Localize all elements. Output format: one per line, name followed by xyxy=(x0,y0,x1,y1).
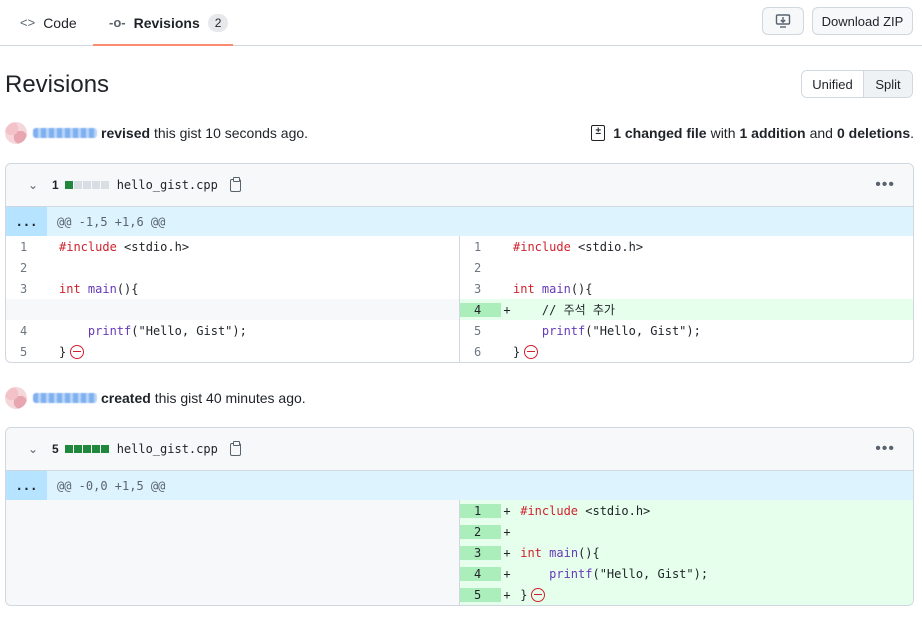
file-name[interactable]: hello_gist.cpp xyxy=(117,178,218,192)
chevron-down-icon[interactable]: ⌄ xyxy=(28,442,44,456)
git-commit-icon: -o- xyxy=(109,15,126,30)
change-summary: ± 1 changed file with 1 addition and 0 d… xyxy=(591,125,914,141)
revision-action: revised xyxy=(101,125,151,141)
diff-row-added: 2 + xyxy=(460,521,913,542)
desktop-download-icon xyxy=(775,14,791,28)
split-diff: 1 + #include <stdio.h> 2 + 3 + int main(){ … xyxy=(6,500,913,605)
page-title: Revisions xyxy=(5,71,110,98)
download-zip-button[interactable]: Download ZIP xyxy=(812,7,913,35)
diff-row: 4 printf("Hello, Gist"); xyxy=(20,323,247,338)
revision-action: created xyxy=(101,390,151,406)
hunk-range: @@ -1,5 +1,6 @@ xyxy=(57,214,166,229)
diff-row-added: 4 + // 주석 추가 xyxy=(460,299,913,320)
diffstat xyxy=(64,181,109,189)
avatar[interactable] xyxy=(5,122,27,144)
file-diff: ⌄ 5 hello_gist.cpp ••• ... @@ -0,0 +1,5 … xyxy=(5,427,914,606)
file-name[interactable]: hello_gist.cpp xyxy=(117,442,218,456)
diff-row-added: 4 + printf("Hello, Gist"); xyxy=(460,563,913,584)
diff-row-empty xyxy=(6,299,459,320)
username-link[interactable] xyxy=(33,128,97,138)
diff-row: 5 printf("Hello, Gist"); xyxy=(474,323,701,338)
revision-time: this gist 10 seconds ago. xyxy=(153,125,309,141)
hunk-range: @@ -0,0 +1,5 @@ xyxy=(57,478,166,493)
no-newline-icon xyxy=(524,344,539,359)
expand-hunk-button[interactable]: ... xyxy=(6,207,47,236)
diff-row: 2 xyxy=(474,260,482,275)
no-newline-icon xyxy=(70,344,85,359)
revision-time: this gist 40 minutes ago. xyxy=(154,390,306,406)
diff-row-added: 5 + } xyxy=(460,584,913,605)
gist-tab-bar: <> Code -o- Revisions 2 Download ZIP xyxy=(0,0,922,46)
tab-code[interactable]: <> Code xyxy=(20,0,77,45)
no-newline-icon xyxy=(531,587,546,602)
diff-row-added: 3 + int main(){ xyxy=(460,542,913,563)
split-view-button[interactable]: Split xyxy=(864,71,912,97)
embed-download-button[interactable] xyxy=(762,7,804,35)
file-diff: ⌄ 1 hello_gist.cpp ••• ... @@ -1,5 +1,6 … xyxy=(5,163,914,363)
view-mode-toggle: Unified Split xyxy=(801,70,913,98)
diff-row: 1 #include <stdio.h> xyxy=(20,239,190,254)
diff-row: 3 int main(){ xyxy=(474,281,593,296)
diff-row: 3 int main(){ xyxy=(20,281,139,296)
file-header: ⌄ 5 hello_gist.cpp ••• xyxy=(6,428,913,471)
tab-code-label: Code xyxy=(43,14,77,31)
change-count: 5 xyxy=(52,442,59,456)
diff-row-added: 1 + #include <stdio.h> xyxy=(460,500,913,521)
hunk-header: ... @@ -0,0 +1,5 @@ xyxy=(6,471,913,500)
avatar[interactable] xyxy=(5,387,27,409)
diff-left-empty xyxy=(6,500,459,605)
diff-row: 1 #include <stdio.h> xyxy=(474,239,644,254)
revision-header: created this gist 40 minutes ago. xyxy=(5,386,914,410)
diff-row: 5} xyxy=(6,341,459,362)
change-count: 1 xyxy=(52,178,59,192)
hunk-header: ... @@ -1,5 +1,6 @@ xyxy=(6,207,913,236)
diff-right: 1 #include <stdio.h> 2 3 int main(){ 4 + //… xyxy=(459,236,913,362)
diff-row: 6} xyxy=(460,341,913,362)
kebab-horizontal-icon[interactable]: ••• xyxy=(875,176,895,194)
diffstat xyxy=(64,445,109,453)
diff-left: 1 #include <stdio.h> 2 3 int main(){ 4 pri… xyxy=(6,236,459,362)
tab-revisions[interactable]: -o- Revisions 2 xyxy=(93,0,233,46)
diff-row: 2 xyxy=(20,260,28,275)
revision-header: revised this gist 10 seconds ago. ± 1 ch… xyxy=(5,121,914,145)
copy-icon[interactable] xyxy=(229,176,241,192)
kebab-horizontal-icon[interactable]: ••• xyxy=(875,440,895,458)
copy-icon[interactable] xyxy=(229,440,241,456)
diff-right: 1 + #include <stdio.h> 2 + 3 + int main(){ … xyxy=(459,500,913,605)
username-link[interactable] xyxy=(33,393,97,403)
file-diff-icon: ± xyxy=(591,125,606,141)
file-header: ⌄ 1 hello_gist.cpp ••• xyxy=(6,164,913,207)
expand-hunk-button[interactable]: ... xyxy=(6,471,47,500)
code-icon: <> xyxy=(20,15,36,30)
chevron-down-icon[interactable]: ⌄ xyxy=(28,178,44,192)
tab-revisions-label: Revisions xyxy=(133,14,200,31)
revisions-count-badge: 2 xyxy=(207,13,229,32)
unified-view-button[interactable]: Unified xyxy=(802,71,864,97)
split-diff: 1 #include <stdio.h> 2 3 int main(){ 4 pri… xyxy=(6,236,913,362)
